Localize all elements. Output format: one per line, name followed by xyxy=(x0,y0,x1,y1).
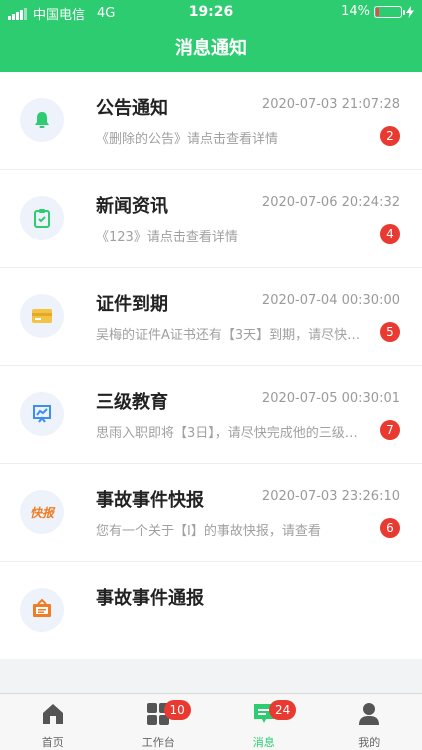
status-bar: 中国电信 4G 19:26 14% xyxy=(0,0,422,24)
unread-badge: 2 xyxy=(380,126,400,146)
kuaibao-icon-text: 快报 xyxy=(29,505,54,520)
list-item[interactable]: 快报 事故事件快报 2020-07-03 23:26:10 您有一个关于【I】的… xyxy=(0,464,422,562)
unread-badge: 7 xyxy=(380,420,400,440)
header-bar: 中国电信 4G 19:26 14% 消息通知 xyxy=(0,0,422,72)
tab-label: 消息 xyxy=(252,736,275,749)
list-item[interactable]: 证件到期 2020-07-04 00:30:00 吴梅的证件A证书还有【3天】到… xyxy=(0,268,422,366)
unread-badge: 6 xyxy=(380,518,400,538)
tab-home[interactable]: 首页 xyxy=(0,694,106,750)
item-time: 2020-07-04 00:30:00 xyxy=(261,293,400,308)
clipboard-icon xyxy=(20,196,64,240)
tab-workbench[interactable]: 10 工作台 xyxy=(106,694,212,750)
list-item[interactable]: 新闻资讯 2020-07-06 20:24:32 《123》请点击查看详情 4 xyxy=(0,170,422,268)
message-list: 公告通知 2020-07-03 21:07:28 《删除的公告》请点击查看详情 … xyxy=(0,72,422,659)
item-desc: 《删除的公告》请点击查看详情 xyxy=(96,132,279,147)
list-item[interactable]: 三级教育 2020-07-05 00:30:01 思雨入职即将【3日】，请尽快完… xyxy=(0,366,422,464)
item-title: 三级教育 xyxy=(96,392,168,413)
item-title: 事故事件通报 xyxy=(96,588,204,609)
tab-messages[interactable]: 24 消息 xyxy=(211,694,317,750)
item-desc: 思雨入职即将【3日】，请尽快完成他的三级教育 xyxy=(96,426,366,441)
tab-mine[interactable]: 我的 xyxy=(317,694,422,750)
notice-board-icon xyxy=(20,588,64,632)
item-title: 新闻资讯 xyxy=(96,196,168,217)
item-time: 2020-07-03 21:07:28 xyxy=(261,97,400,112)
bell-icon xyxy=(20,98,64,142)
unread-badge: 4 xyxy=(380,224,400,244)
list-item[interactable]: 公告通知 2020-07-03 21:07:28 《删除的公告》请点击查看详情 … xyxy=(0,72,422,170)
unread-badge: 5 xyxy=(380,322,400,342)
item-title: 证件到期 xyxy=(96,294,168,315)
item-desc: 您有一个关于【I】的事故快报，请查看 xyxy=(96,524,321,539)
item-desc: 吴梅的证件A证书还有【3天】到期，请尽快处理 xyxy=(96,328,366,343)
tab-badge: 10 xyxy=(163,700,191,720)
battery-percent: 14% xyxy=(341,4,370,19)
user-icon xyxy=(359,703,380,725)
charging-icon xyxy=(406,5,414,18)
tab-bar: 首页 10 工作台 24 消息 我的 xyxy=(0,693,422,750)
battery-icon xyxy=(374,5,405,18)
item-title: 事故事件快报 xyxy=(96,490,204,511)
item-time: 2020-07-06 20:24:32 xyxy=(261,195,400,210)
presentation-icon xyxy=(20,392,64,436)
item-title: 公告通知 xyxy=(96,98,168,119)
tab-label: 首页 xyxy=(41,736,64,749)
tab-label: 我的 xyxy=(358,736,381,749)
item-time: 2020-07-05 00:30:01 xyxy=(261,391,400,406)
kuaibao-icon: 快报 xyxy=(20,490,64,534)
item-desc: 《123》请点击查看详情 xyxy=(96,230,238,245)
home-icon xyxy=(42,704,63,724)
list-item[interactable]: 事故事件通报 xyxy=(0,562,422,659)
card-icon xyxy=(20,294,64,338)
tab-badge: 24 xyxy=(269,700,297,720)
tab-label: 工作台 xyxy=(141,736,175,749)
page-title: 消息通知 xyxy=(175,38,247,59)
item-time: 2020-07-03 23:26:10 xyxy=(261,489,400,504)
